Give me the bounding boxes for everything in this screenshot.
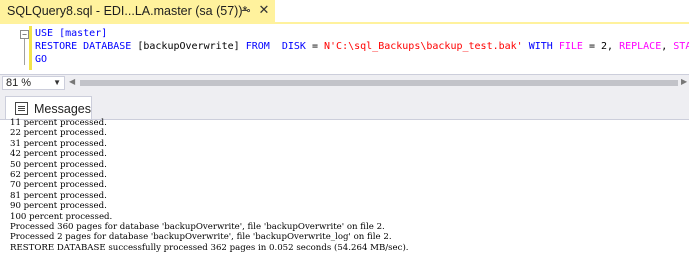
message-line: 42 percent processed. bbox=[10, 149, 107, 160]
query-tab-title: SQLQuery8.sql - EDI...LA.master (sa (57)… bbox=[7, 4, 248, 18]
message-line: Processed 2 pages for database 'backupOv… bbox=[10, 232, 392, 243]
changed-lines-marker bbox=[29, 26, 32, 70]
code-keyword-disk: DISK bbox=[281, 41, 306, 52]
message-line: 11 percent processed. bbox=[10, 118, 107, 128]
query-tab[interactable]: SQLQuery8.sql - EDI...LA.master (sa (57)… bbox=[0, 0, 275, 22]
message-line: 31 percent processed. bbox=[10, 138, 107, 149]
messages-tab-label: Messages bbox=[34, 101, 91, 116]
code-comma: , bbox=[661, 41, 674, 52]
message-line: Processed 360 pages for database 'backup… bbox=[10, 222, 385, 233]
message-line: RESTORE DATABASE successfully processed … bbox=[10, 242, 409, 253]
horizontal-scrollbar[interactable] bbox=[80, 80, 678, 86]
code-keyword-from: FROM bbox=[245, 41, 270, 52]
message-line: 50 percent processed. bbox=[10, 159, 107, 170]
messages-output[interactable]: 11 percent processed. 22 percent process… bbox=[10, 118, 409, 253]
code-keyword-file: FILE bbox=[558, 41, 583, 52]
code-keyword-replace: REPLACE bbox=[619, 41, 662, 52]
zoom-dropdown[interactable]: 81 % ▼ bbox=[2, 76, 65, 90]
collapse-guide bbox=[24, 39, 25, 65]
scroll-right-icon[interactable]: ▶ bbox=[681, 77, 687, 86]
message-line: 90 percent processed. bbox=[10, 201, 107, 212]
code-keyword-restore: RESTORE DATABASE bbox=[35, 41, 132, 52]
code-db-name: [backupOverwrite] bbox=[131, 41, 246, 52]
code-text[interactable]: USE [master] RESTORE DATABASE [backupOve… bbox=[35, 27, 689, 66]
message-line: 81 percent processed. bbox=[10, 190, 107, 201]
close-icon[interactable]: ✕ bbox=[257, 3, 271, 17]
chevron-down-icon[interactable]: ▼ bbox=[53, 77, 61, 89]
code-backup-path: N'C:\sql_Backups\backup_test.bak' bbox=[324, 41, 523, 52]
results-tab-strip: Messages bbox=[0, 92, 689, 120]
message-line: 70 percent processed. bbox=[10, 180, 107, 191]
pin-icon[interactable]: ⊸ bbox=[239, 4, 253, 18]
code-line-1: USE [master] bbox=[35, 28, 108, 39]
code-keyword-with: WITH bbox=[528, 41, 553, 52]
message-line: 22 percent processed. bbox=[10, 128, 107, 139]
code-keyword-stats: STATS bbox=[673, 41, 689, 52]
message-line: 62 percent processed. bbox=[10, 170, 107, 181]
editor-status-bar: 81 % ▼ ◀ ▶ bbox=[0, 74, 689, 92]
document-tab-bar: SQLQuery8.sql - EDI...LA.master (sa (57)… bbox=[0, 0, 689, 22]
tab-messages[interactable]: Messages bbox=[5, 96, 92, 120]
message-line: 100 percent processed. bbox=[10, 211, 113, 222]
code-line-3: GO bbox=[35, 54, 48, 65]
messages-icon bbox=[15, 102, 28, 115]
code-equals: = bbox=[305, 41, 325, 52]
code-file-value: = 2, bbox=[582, 41, 620, 52]
scroll-left-icon[interactable]: ◀ bbox=[69, 77, 75, 86]
query-editor[interactable]: − USE [master] RESTORE DATABASE [backupO… bbox=[0, 24, 689, 72]
zoom-value: 81 % bbox=[6, 77, 32, 89]
collapse-icon[interactable]: − bbox=[20, 30, 29, 39]
